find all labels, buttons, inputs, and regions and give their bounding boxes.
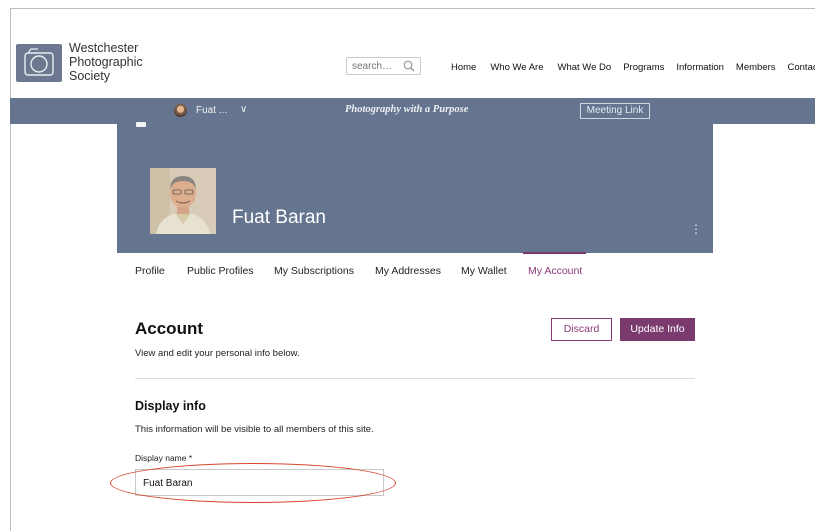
section-title: Display info [135, 399, 206, 413]
display-name-field[interactable] [135, 469, 384, 496]
main-nav: Home Who We Are What We Do Programs Info… [451, 62, 815, 73]
profile-photo[interactable] [150, 168, 216, 234]
more-vertical-icon[interactable]: ⋮ [690, 222, 702, 236]
page-title: Account [135, 319, 203, 338]
tab-my-addresses[interactable]: My Addresses [375, 265, 441, 277]
nav-item-information[interactable]: Information [676, 62, 724, 73]
nav-item-members[interactable]: Members [736, 62, 776, 73]
nav-item-programs[interactable]: Programs [623, 62, 664, 73]
logo-line: Society [69, 69, 110, 83]
site-logo-text[interactable]: Westchester Photographic Society [69, 41, 143, 83]
chevron-down-icon[interactable]: ∨ [240, 104, 247, 115]
section-subtitle: This information will be visible to all … [135, 424, 374, 435]
tab-my-subscriptions[interactable]: My Subscriptions [274, 265, 354, 277]
section-divider [135, 378, 695, 379]
avatar[interactable] [174, 104, 187, 117]
update-info-button[interactable]: Update Info [620, 318, 695, 341]
tab-profile[interactable]: Profile [135, 265, 165, 277]
cover-edit-tag[interactable] [136, 122, 146, 127]
tab-my-wallet[interactable]: My Wallet [461, 265, 507, 277]
search-icon[interactable] [402, 59, 416, 73]
profile-name: Fuat Baran [232, 207, 326, 228]
search-input[interactable] [352, 59, 402, 73]
logo-line: Photographic [69, 55, 143, 69]
page-subtitle: View and edit your personal info below. [135, 348, 300, 359]
display-name-input[interactable] [143, 476, 373, 490]
discard-button[interactable]: Discard [551, 318, 612, 341]
display-name-label: Display name * [135, 453, 193, 463]
nav-item-what-we-do[interactable]: What We Do [558, 62, 612, 73]
nav-item-who-we-are[interactable]: Who We Are [490, 62, 543, 73]
search-box[interactable] [346, 57, 421, 75]
user-menu-name[interactable]: Fuat ... [196, 105, 227, 116]
logo-line: Westchester [69, 41, 139, 55]
nav-item-home[interactable]: Home [451, 62, 476, 73]
tab-public-profiles[interactable]: Public Profiles [187, 265, 254, 277]
frame-border-left [10, 8, 11, 531]
nav-item-contact[interactable]: Contact [788, 62, 815, 73]
meeting-link-button[interactable]: Meeting Link [580, 103, 650, 119]
active-tab-indicator [523, 252, 586, 254]
site-tagline: Photography with a Purpose [345, 104, 469, 115]
tab-my-account[interactable]: My Account [528, 265, 582, 277]
camera-logo-icon[interactable] [16, 44, 62, 82]
frame-border-top [10, 8, 815, 9]
